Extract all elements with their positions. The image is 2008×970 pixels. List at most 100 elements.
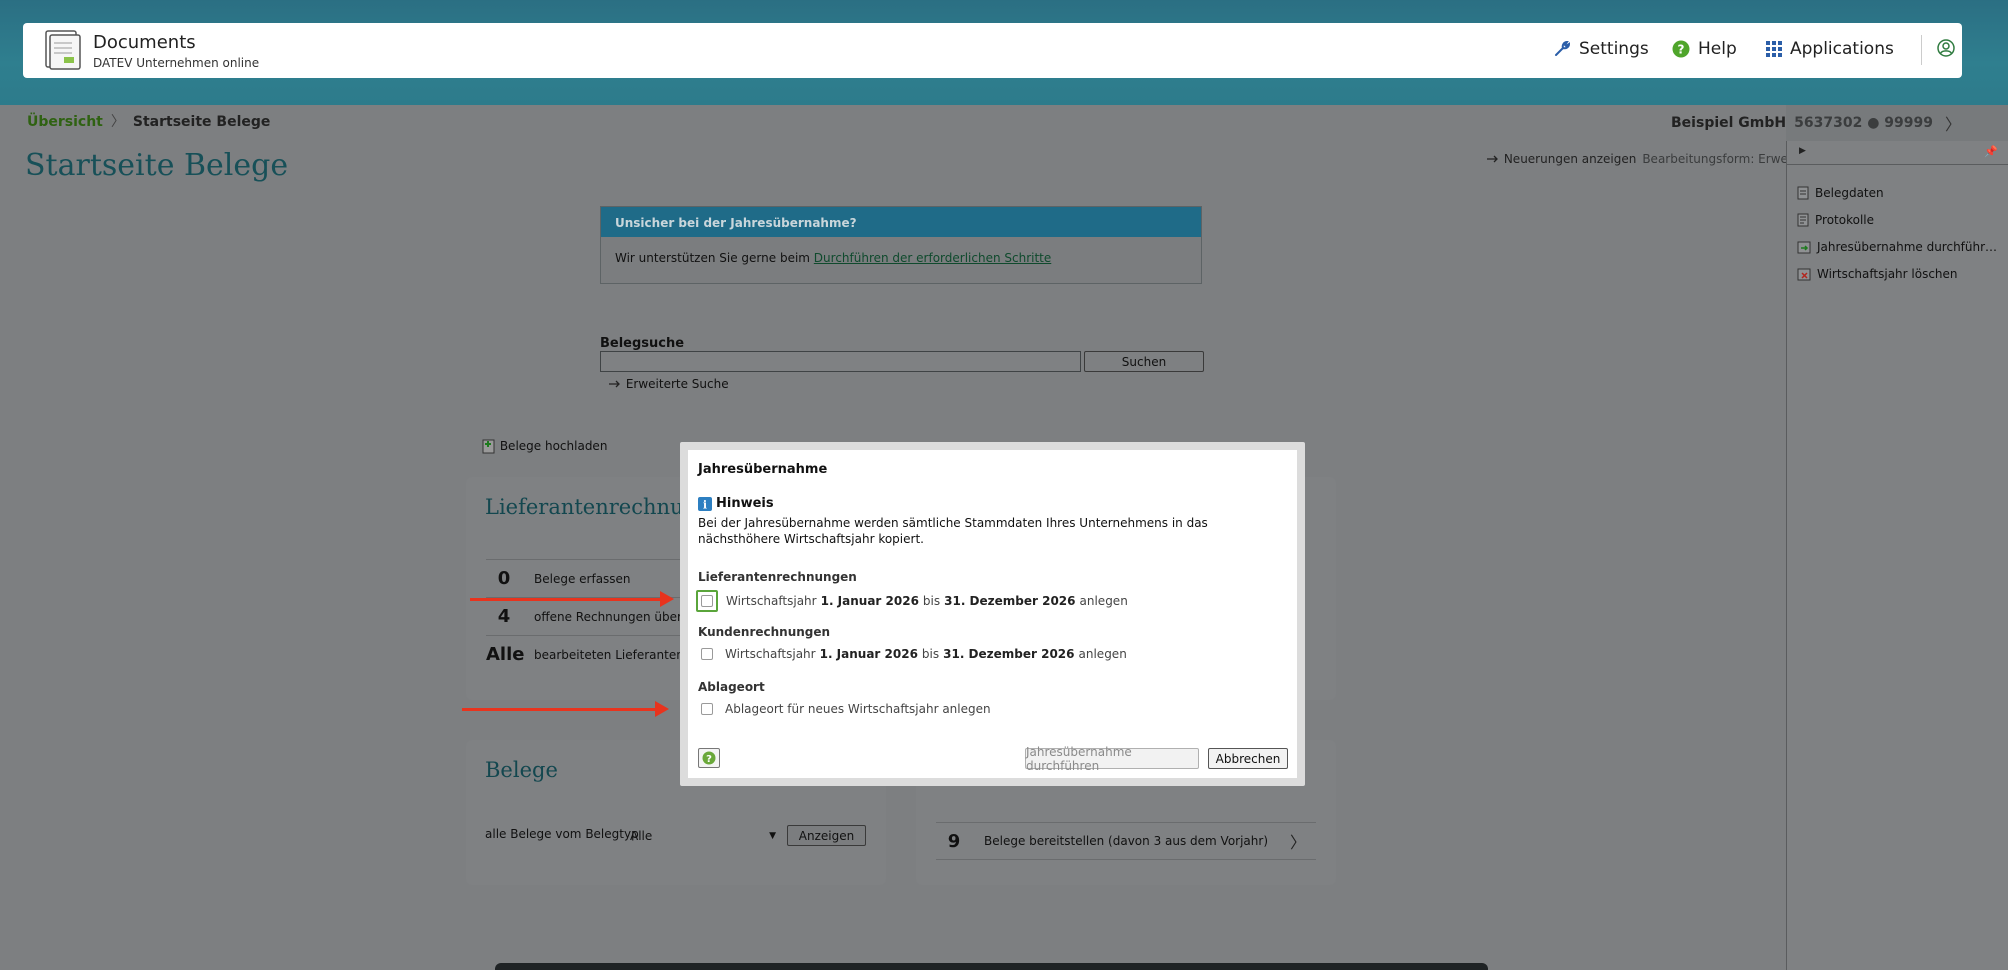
breadcrumb-separator: 〉 xyxy=(110,114,125,130)
settings-label: Settings xyxy=(1579,39,1649,59)
calendar-delete-icon xyxy=(1797,268,1811,280)
option-mid: bis xyxy=(922,594,941,608)
side-item-protokolle[interactable]: Protokolle xyxy=(1787,206,2008,233)
arrow-right-icon xyxy=(1487,155,1498,163)
dialog-content: Jahresübernahme i Hinweis Bei der Jahres… xyxy=(688,450,1297,778)
documents-logo-icon xyxy=(45,30,81,70)
hinweis-label: Hinweis xyxy=(716,496,774,511)
belegtyp-value: Alle xyxy=(630,829,653,843)
help-icon: ? xyxy=(702,751,716,765)
settings-button[interactable]: Settings xyxy=(1553,39,1649,59)
option-mid: bis xyxy=(921,647,940,661)
side-item-label: Protokolle xyxy=(1815,212,1874,227)
wrench-icon xyxy=(1555,40,1571,56)
option-ablageort[interactable]: Ablageort für neues Wirtschaftsjahr anle… xyxy=(701,702,991,716)
help-button[interactable]: ? Help xyxy=(1672,39,1737,59)
hinweis-heading: i Hinweis xyxy=(698,496,774,511)
svg-text:?: ? xyxy=(706,754,712,765)
side-item-label: Belegdaten xyxy=(1815,185,1884,200)
show-button[interactable]: Anzeigen xyxy=(787,825,866,846)
expand-icon[interactable]: ▶ xyxy=(1799,146,1806,156)
belege-title: Belege xyxy=(485,758,558,782)
taskbar xyxy=(495,963,1488,970)
info-box-body: Wir unterstützen Sie gerne beim Durchfüh… xyxy=(601,237,1201,279)
breadcrumb-current: Startseite Belege xyxy=(132,114,271,130)
belegtyp-select[interactable]: Alle ▼ xyxy=(628,826,778,846)
help-icon: ? xyxy=(1672,40,1690,58)
calendar-transfer-icon xyxy=(1797,241,1811,253)
advanced-search-link[interactable]: Erweiterte Suche xyxy=(608,377,729,391)
supplier-year-checkbox[interactable] xyxy=(701,595,713,607)
side-item-belegdaten[interactable]: Belegdaten xyxy=(1787,179,2008,206)
chevron-down-icon: ▼ xyxy=(769,831,776,841)
upload-button[interactable]: Belege hochladen xyxy=(482,438,607,454)
annotation-arrow xyxy=(462,701,669,717)
customer-year-checkbox[interactable] xyxy=(701,648,713,660)
dialog-description: Bei der Jahresübernahme werden sämtliche… xyxy=(698,516,1208,546)
row-count: 9 xyxy=(947,830,961,852)
info-box-title: Unsicher bei der Jahresübernahme? xyxy=(601,207,1201,237)
section-customer-invoices: Kundenrechnungen xyxy=(698,625,831,639)
option-ablageort-label: Ablageort für neues Wirtschaftsjahr anle… xyxy=(725,702,991,716)
arrow-right-icon xyxy=(609,380,620,388)
row-label: Belege bereitstellen (davon 3 aus dem Vo… xyxy=(984,834,1269,848)
svg-text:i: i xyxy=(703,498,707,511)
applications-label: Applications xyxy=(1790,39,1894,59)
side-item-label: Jahresübernahme durchführ… xyxy=(1817,239,1998,254)
run-year-transfer-button[interactable]: Jahresübernahme durchführen xyxy=(1025,745,1199,773)
option-customer-year[interactable]: Wirtschaftsjahr 1. Januar 2026 bis 31. Deze… xyxy=(701,647,1127,661)
row-label: bearbeiteten Lieferantenre xyxy=(534,647,696,662)
pin-icon[interactable]: 📌 xyxy=(1984,145,1998,158)
list-item[interactable]: 9 Belege bereitstellen (davon 3 aus dem V… xyxy=(936,822,1316,860)
side-item-delete-year[interactable]: Wirtschaftsjahr löschen xyxy=(1787,260,2008,287)
supplier-year-checkbox-focus xyxy=(696,590,718,612)
section-ablageort: Ablageort xyxy=(698,680,765,694)
search-label: Belegsuche xyxy=(600,336,685,351)
year-transfer-info-box: Unsicher bei der Jahresübernahme? Wir un… xyxy=(600,206,1202,284)
section-supplier-invoices: Lieferantenrechnungen xyxy=(698,570,857,584)
option-to-date: 31. Dezember 2026 xyxy=(943,647,1075,661)
dialog-title: Jahresübernahme xyxy=(698,462,828,477)
steps-link[interactable]: Durchführen der erforderlichen Schritte xyxy=(814,251,1051,265)
search-input[interactable] xyxy=(600,351,1081,372)
search-button[interactable]: Suchen xyxy=(1084,351,1204,372)
document-icon xyxy=(1797,186,1809,199)
breadcrumb: Übersicht 〉 Startseite Belege xyxy=(27,111,270,131)
chevron-right-icon: 〉 xyxy=(1944,115,1961,134)
row-count: 0 xyxy=(497,568,511,589)
breadcrumb-home-link[interactable]: Übersicht xyxy=(27,114,103,130)
option-to-date: 31. Dezember 2026 xyxy=(944,594,1076,608)
option-supplier-year[interactable]: Wirtschaftsjahr 1. Januar 2026 bis 31. Deze… xyxy=(696,590,1128,612)
grid-icon xyxy=(1766,41,1782,57)
applications-button[interactable]: Applications xyxy=(1766,39,1894,59)
supplier-invoices-title: Lieferantenrechnun xyxy=(485,495,698,519)
user-icon xyxy=(1937,39,1955,57)
upload-icon xyxy=(482,439,495,454)
advanced-search-label: Erweiterte Suche xyxy=(625,377,729,391)
row-label: Belege erfassen xyxy=(534,571,631,586)
app-title: Documents xyxy=(93,32,196,53)
chevron-right-icon: 〉 xyxy=(1289,833,1306,852)
row-count: 4 xyxy=(497,606,511,627)
company-numbers: 5637302 ● 99999 xyxy=(1794,115,1933,131)
dialog-help-button[interactable]: ? xyxy=(698,748,720,768)
neuerungen-label: Neuerungen anzeigen xyxy=(1503,152,1637,166)
option-suffix: anlegen xyxy=(1079,594,1128,608)
page-title: Startseite Belege xyxy=(25,148,289,183)
side-item-label: Wirtschaftsjahr löschen xyxy=(1817,266,1958,281)
ablageort-checkbox[interactable] xyxy=(701,703,713,715)
option-prefix: Wirtschaftsjahr xyxy=(725,647,816,661)
user-account-button[interactable] xyxy=(1937,39,1963,57)
upload-label: Belege hochladen xyxy=(499,439,608,453)
side-item-jahresuebernahme[interactable]: Jahresübernahme durchführ… xyxy=(1787,233,2008,260)
company-name: Beispiel GmbH xyxy=(1671,115,1787,131)
company-selector[interactable]: Beispiel GmbH 5637302 ● 99999 〉 xyxy=(1671,111,1961,135)
cancel-button[interactable]: Abbrechen xyxy=(1208,748,1288,769)
app-subtitle: DATEV Unternehmen online xyxy=(93,56,260,70)
option-suffix: anlegen xyxy=(1078,647,1127,661)
neuerungen-link[interactable]: Neuerungen anzeigen Bearbeitungsform: Erw… xyxy=(1486,152,1813,166)
app-header: Documents DATEV Unternehmen online Setti… xyxy=(23,23,1962,78)
year-transfer-dialog: Jahresübernahme i Hinweis Bei der Jahres… xyxy=(680,442,1305,786)
option-prefix: Wirtschaftsjahr xyxy=(726,594,817,608)
log-icon xyxy=(1797,213,1809,226)
